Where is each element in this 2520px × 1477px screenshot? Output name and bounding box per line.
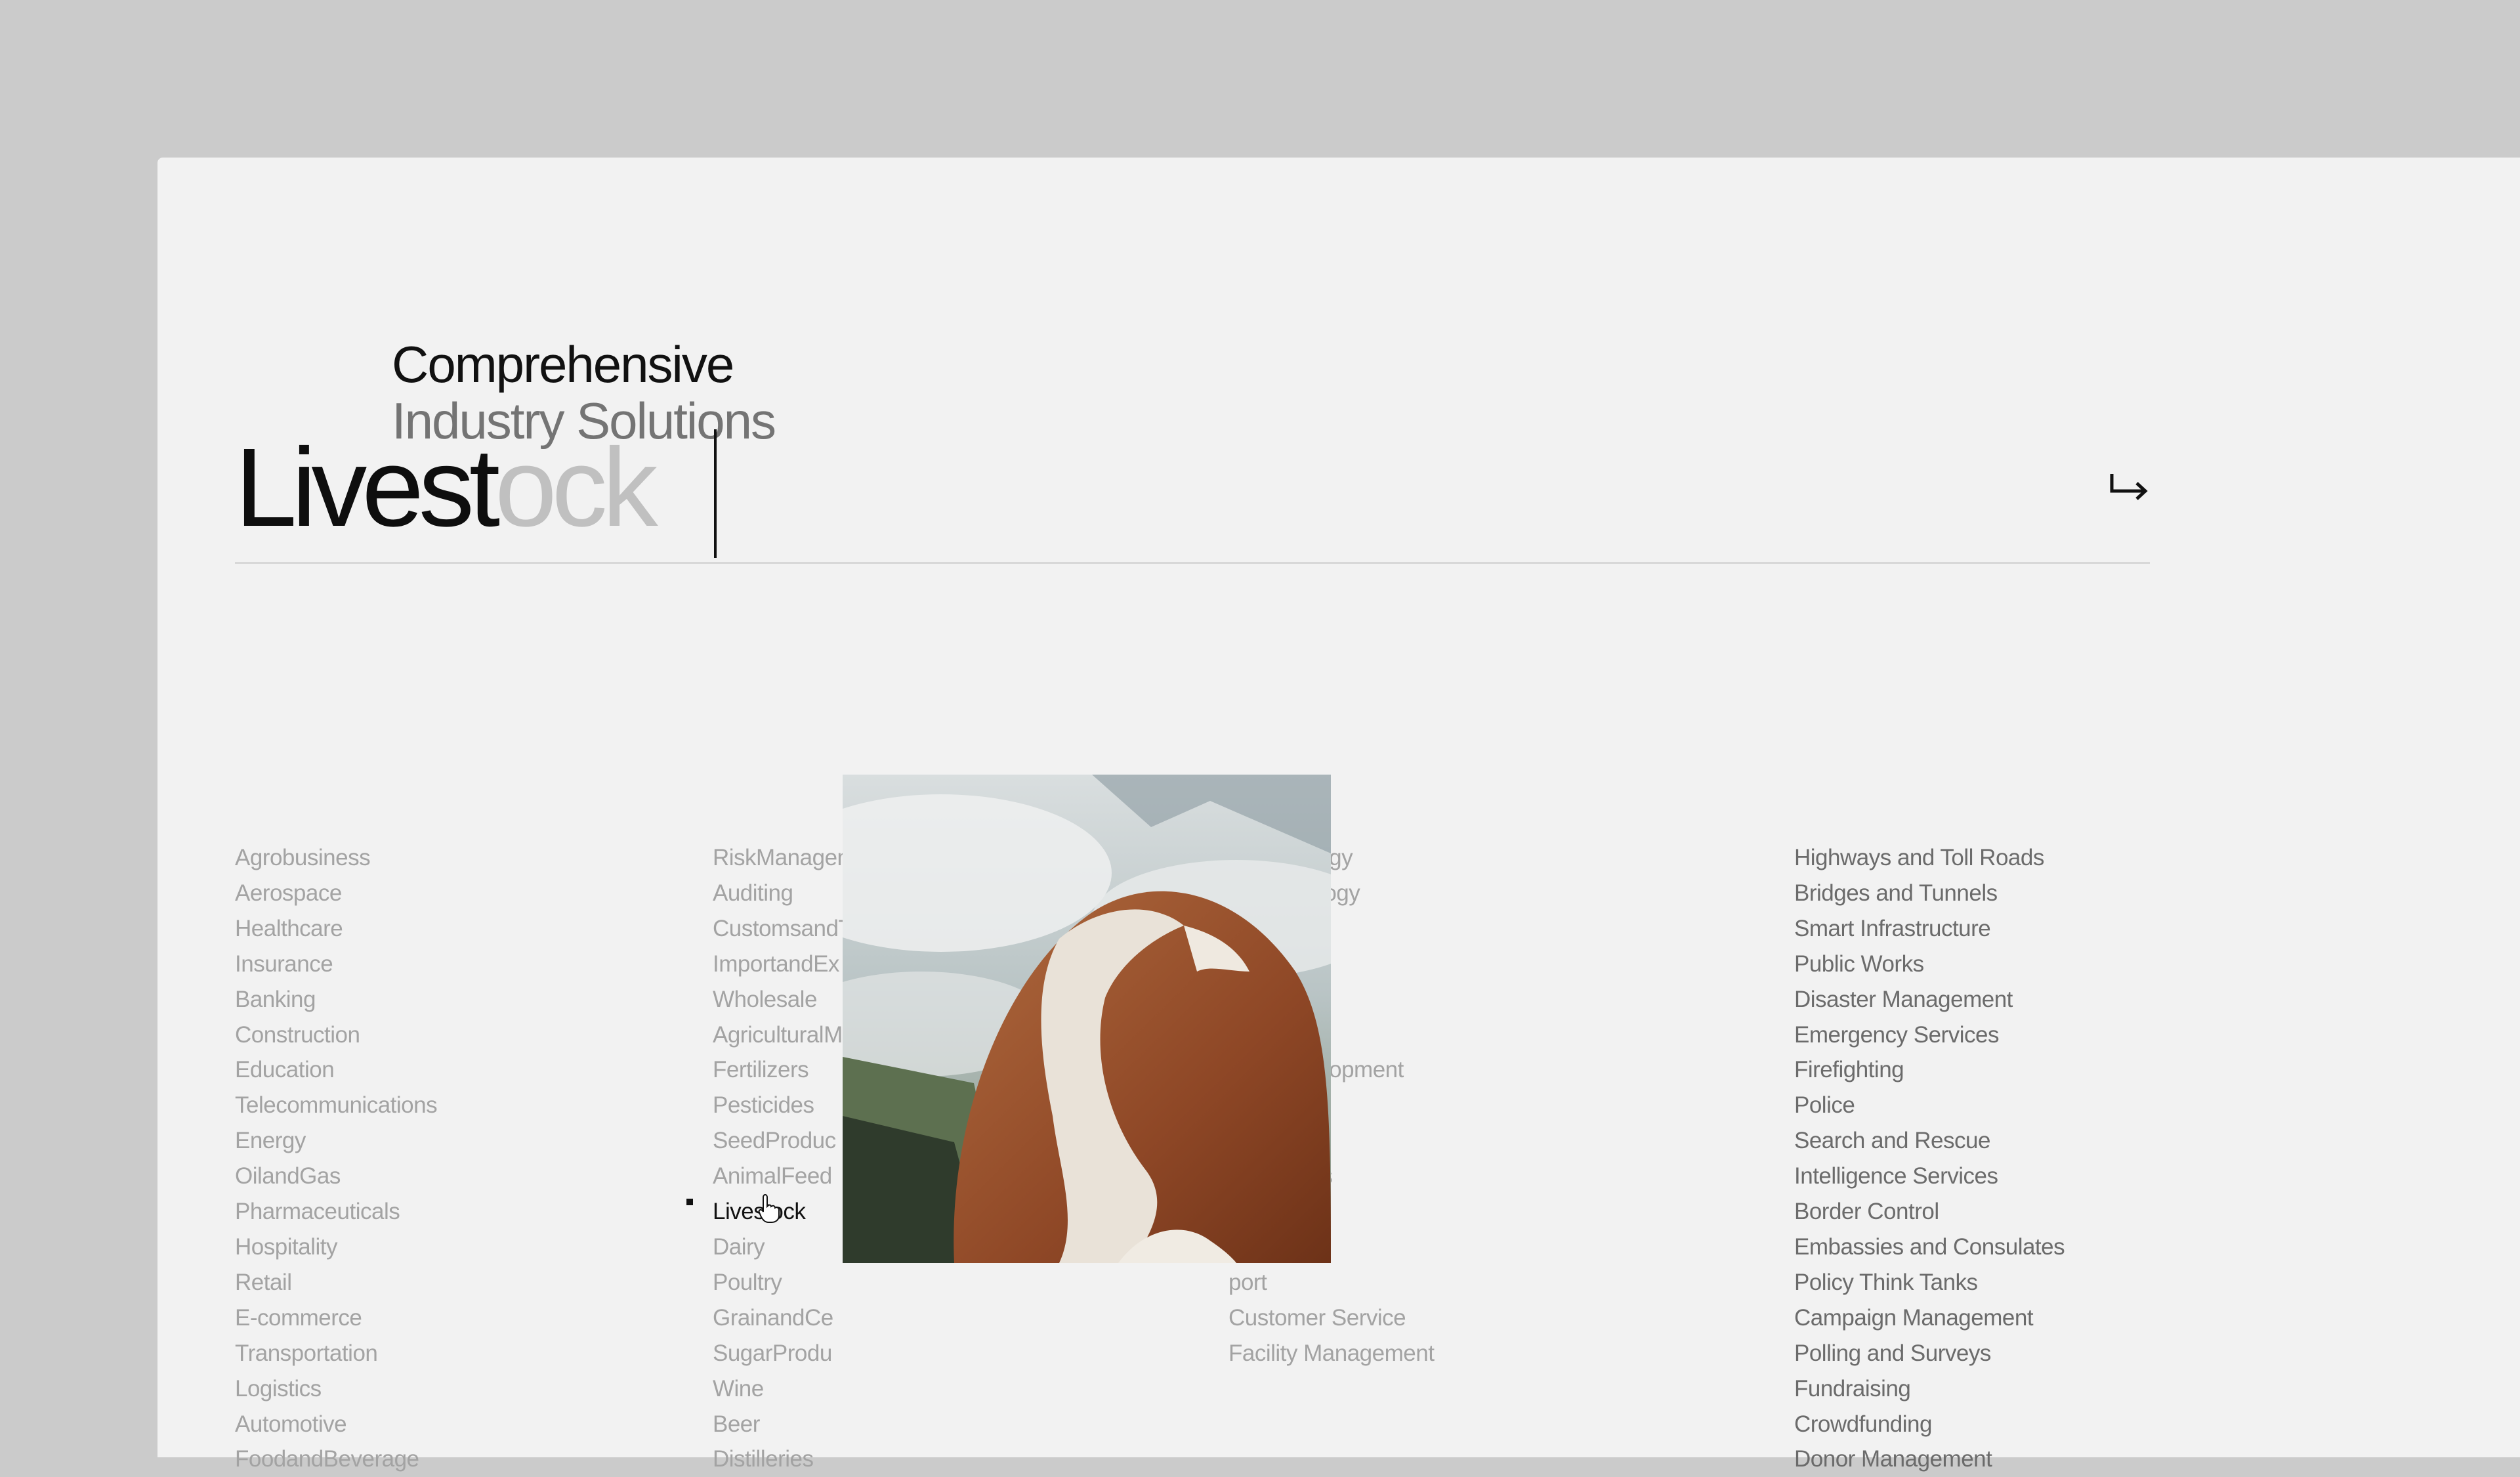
industry-item[interactable]: Disaster Management [1794,982,2065,1017]
industry-item[interactable]: Border Control [1794,1194,2065,1230]
industry-item[interactable]: Intelligence Services [1794,1159,2065,1194]
industry-item[interactable]: Distilleries [713,1442,896,1477]
industry-item[interactable]: Transportation [235,1336,437,1371]
industry-item[interactable]: Bridges and Tunnels [1794,876,2065,911]
industry-item[interactable]: Aerospace [235,876,437,911]
heading-line-1: Comprehensive [392,335,734,393]
industry-item[interactable]: Fundraising [1794,1371,2065,1407]
industry-item[interactable]: port [1228,1265,1434,1300]
industry-column-1: Agrobusiness Aerospace Healthcare Insurance… [235,840,438,1477]
livestock-cow-photo [843,775,1331,1263]
industry-item[interactable]: Education [235,1052,437,1088]
industry-item[interactable]: Agrobusiness [235,840,437,876]
industry-item[interactable]: Donor Management [1794,1442,2065,1477]
industry-item[interactable]: OilandGas [235,1159,437,1194]
industry-item[interactable]: GrainandCe [713,1300,896,1336]
industry-item[interactable]: Telecommunications [235,1088,438,1123]
industry-item[interactable]: Banking [235,982,437,1017]
hand-pointer-cursor-icon [758,1193,780,1223]
industry-item[interactable]: Smart Infrastructure [1794,911,2065,947]
industry-item[interactable]: Construction [235,1017,437,1053]
industry-item[interactable]: Campaign Management [1794,1300,2065,1336]
industry-item[interactable]: Pharmaceuticals [235,1194,437,1230]
industry-item[interactable]: Wine [713,1371,896,1407]
search-input[interactable]: Livestock [235,432,658,544]
industry-item[interactable]: Polling and Surveys [1794,1336,2065,1371]
industry-item[interactable]: Police [1794,1088,2065,1123]
industry-item[interactable]: FoodandBeverage [235,1442,437,1477]
industry-item[interactable]: Emergency Services [1794,1017,2065,1053]
industry-item[interactable]: Facility Management [1228,1336,1435,1371]
text-caret [714,429,717,558]
search-autocomplete-suggestion: ock [495,425,658,550]
industry-item[interactable]: Customer Service [1228,1300,1434,1336]
active-item-bullet [686,1199,693,1205]
industry-item[interactable]: SugarProdu [713,1336,896,1371]
industry-item[interactable]: Automotive [235,1407,437,1442]
industry-item[interactable]: Crowdfunding [1794,1407,2065,1442]
industry-item[interactable]: Policy Think Tanks [1794,1265,2065,1300]
industry-item[interactable]: Firefighting [1794,1052,2065,1088]
industry-item[interactable]: Highways and Toll Roads [1794,840,2065,876]
industry-item[interactable]: Healthcare [235,911,437,947]
industry-item[interactable]: Embassies and Consulates [1794,1230,2065,1265]
industry-item[interactable]: E-commerce [235,1300,437,1336]
cow-image [843,775,1331,1263]
search-typed-text: Livest [235,425,500,550]
industry-item[interactable]: Logistics [235,1371,437,1407]
industry-item[interactable]: Public Works [1794,947,2065,982]
enter-arrow-icon[interactable] [2108,471,2150,504]
industry-item[interactable]: Retail [235,1265,437,1300]
industry-item[interactable]: Energy [235,1123,437,1159]
industry-item[interactable]: Search and Rescue [1794,1123,2065,1159]
search-field[interactable]: Livestock [235,394,2150,564]
industry-item[interactable]: Beer [713,1407,896,1442]
industry-item[interactable]: Poultry [713,1265,896,1300]
industry-column-4: Highways and Toll Roads Bridges and Tunne… [1794,840,2065,1477]
industry-item[interactable]: Insurance [235,947,437,982]
industry-item[interactable]: Hospitality [235,1230,437,1265]
